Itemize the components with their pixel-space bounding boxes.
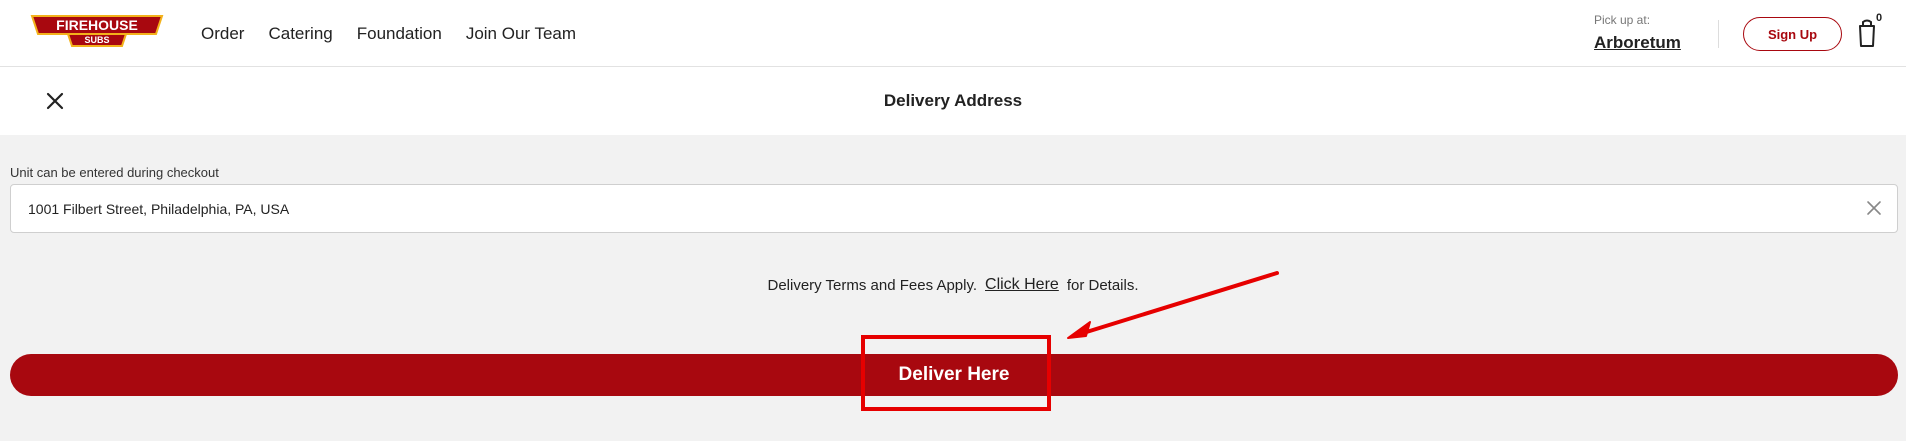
logo-text-top: FIREHOUSE: [56, 17, 138, 33]
dialog-title: Delivery Address: [883, 91, 1023, 110]
logo-text-bottom: SUBS: [84, 35, 109, 45]
address-input[interactable]: [28, 185, 1828, 232]
nav-order[interactable]: Order: [201, 24, 244, 44]
address-field: [10, 184, 1898, 233]
dialog-title-bar: Delivery Address: [0, 67, 1906, 135]
main-nav: Order Catering Foundation Join Our Team: [201, 0, 600, 67]
pickup-location: Pick up at: Arboretum: [1594, 13, 1681, 53]
firehouse-subs-logo[interactable]: FIREHOUSE SUBS: [28, 12, 166, 50]
pickup-store-link[interactable]: Arboretum: [1594, 33, 1681, 53]
delivery-terms: Delivery Terms and Fees Apply. Click Her…: [0, 276, 1906, 294]
clear-input-icon[interactable]: [1866, 200, 1882, 216]
terms-click-here-link[interactable]: Click Here: [985, 276, 1059, 294]
close-icon[interactable]: [46, 92, 64, 110]
nav-foundation[interactable]: Foundation: [357, 24, 442, 44]
nav-catering[interactable]: Catering: [268, 24, 332, 44]
terms-suffix: for Details.: [1066, 276, 1139, 294]
unit-hint-label: Unit can be entered during checkout: [10, 165, 219, 180]
sign-up-button[interactable]: Sign Up: [1743, 17, 1842, 51]
terms-prefix: Delivery Terms and Fees Apply.: [767, 276, 978, 294]
header-divider: [1718, 20, 1719, 48]
pickup-label: Pick up at:: [1594, 13, 1651, 27]
site-header: FIREHOUSE SUBS Order Catering Foundation…: [0, 0, 1906, 67]
nav-join-our-team[interactable]: Join Our Team: [466, 24, 576, 44]
cart-count-badge: 0: [1876, 12, 1883, 24]
deliver-here-button[interactable]: Deliver Here: [10, 354, 1898, 396]
cart-icon[interactable]: [1856, 18, 1878, 48]
